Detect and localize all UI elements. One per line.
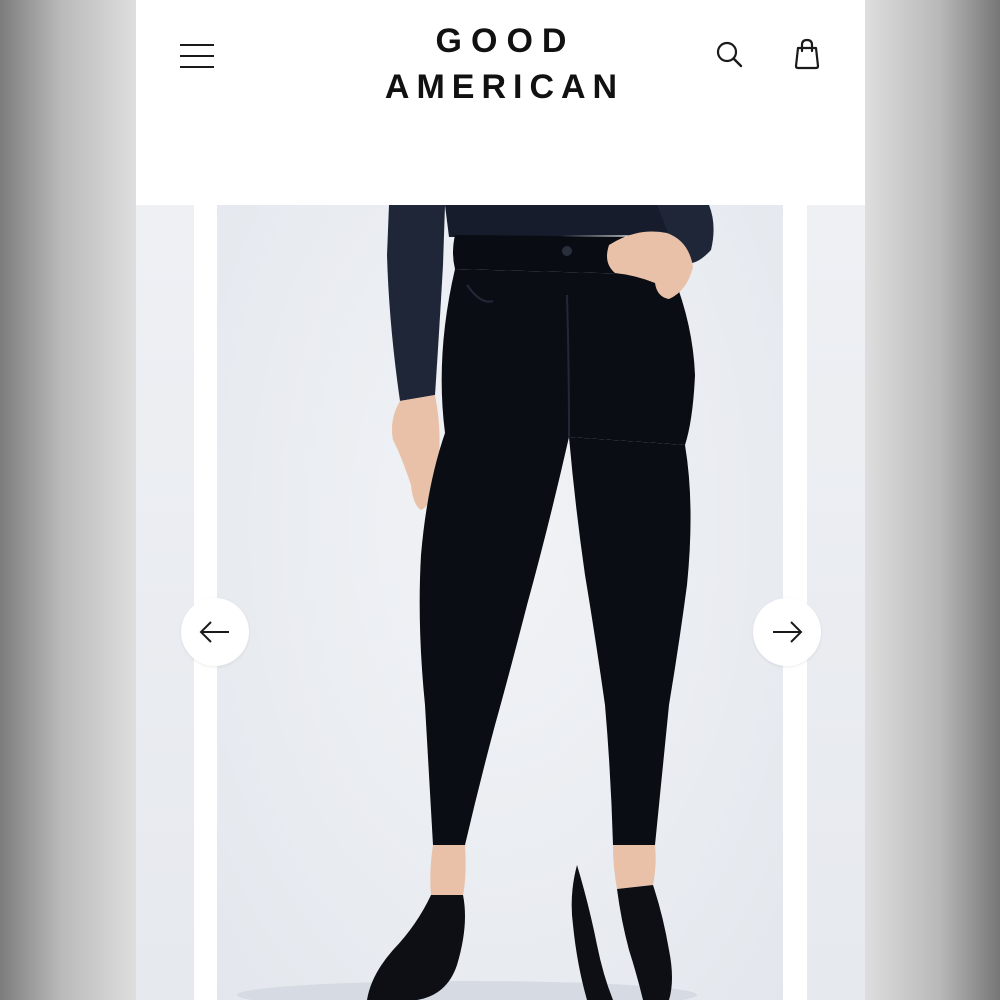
product-image (217, 205, 783, 1000)
arrow-left-icon (199, 621, 229, 643)
search-button[interactable] (710, 35, 750, 75)
brand-logo-line1: GOOD (435, 22, 576, 60)
screenshot-frame: GOOD AMERICAN (0, 0, 1000, 1000)
product-image-carousel[interactable] (136, 205, 865, 1000)
model-in-black-jeans-illustration (237, 205, 714, 1000)
next-slide-peek (807, 205, 865, 1000)
site-header: GOOD AMERICAN (136, 0, 865, 205)
previous-slide-peek (136, 205, 194, 1000)
menu-icon-line (180, 66, 214, 68)
shopping-bag-icon (794, 38, 820, 70)
search-icon (716, 41, 743, 68)
arrow-right-icon (773, 621, 803, 643)
menu-icon-line (180, 55, 214, 57)
menu-icon-line (180, 44, 214, 46)
mobile-page: GOOD AMERICAN (136, 0, 865, 1000)
brand-logo[interactable]: GOOD AMERICAN (326, 18, 676, 110)
next-image-button[interactable] (753, 598, 821, 666)
previous-image-button[interactable] (181, 598, 249, 666)
brand-logo-line2: AMERICAN (384, 68, 625, 106)
cart-button[interactable] (787, 34, 827, 74)
menu-button[interactable] (176, 38, 218, 74)
